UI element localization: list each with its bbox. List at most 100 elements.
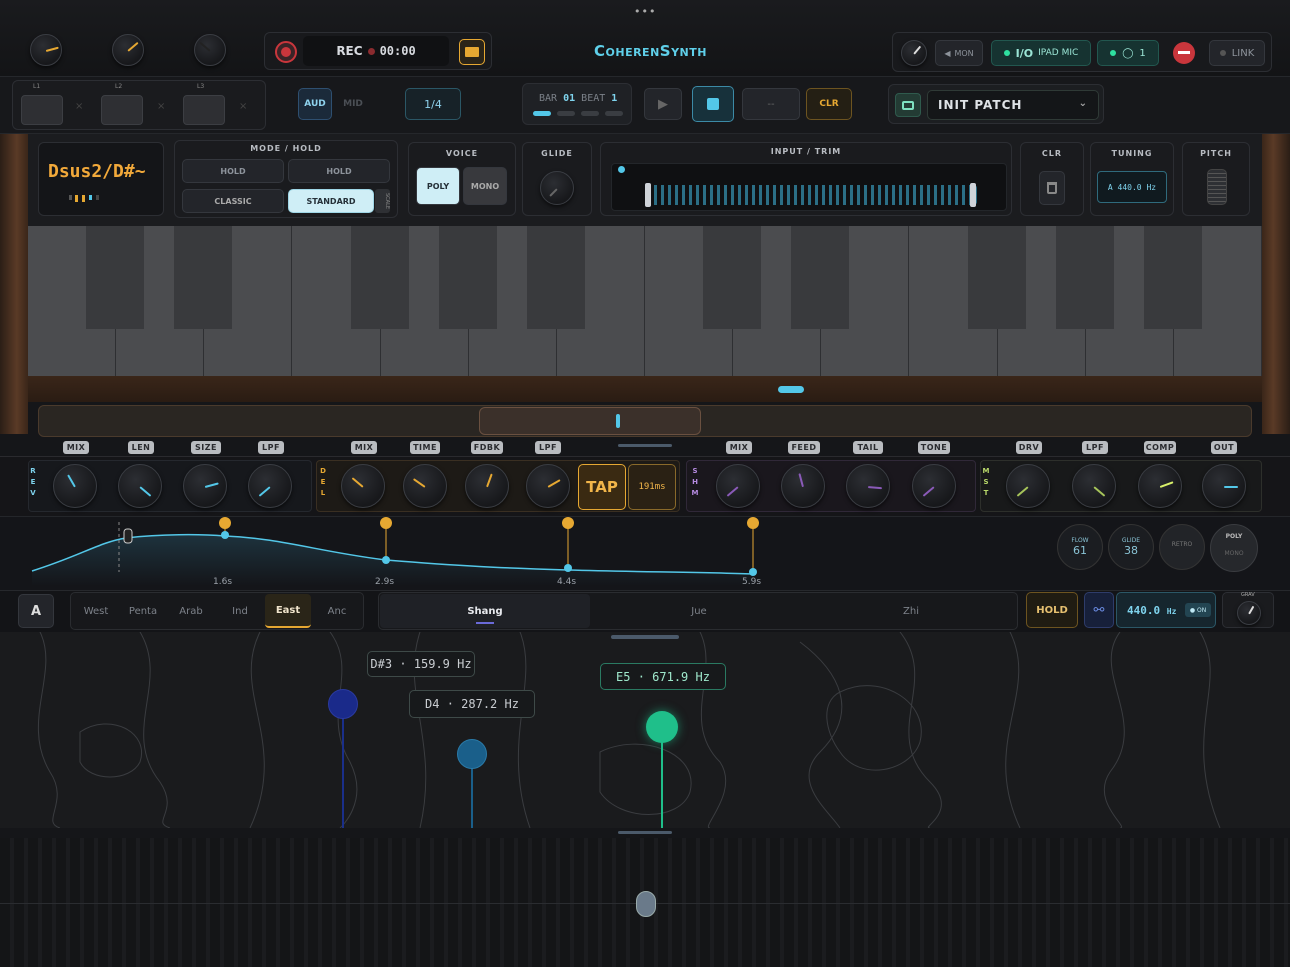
field-drag-handle-bottom[interactable] (618, 831, 672, 834)
scale-toggle[interactable]: SCALE (375, 189, 390, 213)
trash-button[interactable] (1039, 171, 1065, 205)
tab-jue[interactable]: Jue (594, 594, 804, 628)
note-2-orb[interactable] (457, 739, 487, 769)
loop-1-pad[interactable] (21, 95, 63, 125)
standard-button[interactable]: STANDARD (288, 189, 374, 213)
shm-mix-knob[interactable] (716, 464, 760, 508)
envelope-attack-handle[interactable] (123, 528, 133, 544)
aud-toggle[interactable]: AUD (298, 88, 332, 120)
tab-west[interactable]: West (74, 594, 118, 628)
shm-tone-knob[interactable] (912, 464, 956, 508)
black-key[interactable] (438, 226, 497, 329)
monitor-knob[interactable] (901, 40, 927, 66)
patch-select[interactable]: INIT PATCH ⌄ (927, 90, 1099, 120)
classic-button[interactable]: CLASSIC (182, 189, 284, 213)
tap-button[interactable]: TAP (578, 464, 626, 510)
glide-mini-knob[interactable]: GLIDE 38 (1108, 524, 1154, 570)
tab-zhi[interactable]: Zhi (808, 594, 1014, 628)
black-key[interactable] (350, 226, 409, 329)
tab-east[interactable]: East (265, 594, 311, 628)
tab-ind[interactable]: Ind (217, 594, 263, 628)
del-lpf-knob[interactable] (526, 464, 570, 508)
black-key[interactable] (1055, 226, 1114, 329)
snapshot-button[interactable] (895, 93, 921, 117)
scale-hold-button[interactable]: HOLD (1026, 592, 1078, 628)
reference-frequency-display[interactable]: 440.0 Hz ● ON (1116, 592, 1216, 628)
del-mix-knob[interactable] (341, 464, 385, 508)
delay-time-display[interactable]: 191ms (628, 464, 676, 510)
black-key[interactable] (1143, 226, 1202, 329)
loop-1-close-icon[interactable]: × (75, 101, 83, 112)
envelope-point-handle[interactable] (562, 517, 574, 529)
field-drag-handle-top[interactable] (611, 635, 679, 639)
envelope-node[interactable] (221, 531, 229, 539)
tab-anc[interactable]: Anc (314, 594, 360, 628)
black-key[interactable] (967, 226, 1026, 329)
loop-3-close-icon[interactable]: × (239, 101, 247, 112)
rev-mix-knob[interactable] (53, 464, 97, 508)
mon-button[interactable]: ◀ MON (935, 40, 983, 66)
del-fdbk-knob[interactable] (465, 464, 509, 508)
pitch-wheel[interactable] (1207, 169, 1227, 205)
black-key[interactable] (174, 226, 233, 329)
poly-button[interactable]: POLY (416, 167, 460, 205)
hold-button-1[interactable]: HOLD (182, 159, 284, 183)
loop-2-pad[interactable] (101, 95, 143, 125)
panic-button[interactable] (1173, 42, 1195, 64)
tab-shang[interactable]: Shang (380, 594, 590, 628)
envelope-point-handle[interactable] (747, 517, 759, 529)
tab-arab[interactable]: Arab (168, 594, 214, 628)
envelope-point-handle[interactable] (380, 517, 392, 529)
rev-lpf-knob[interactable] (248, 464, 292, 508)
trim-handle-left[interactable] (645, 183, 651, 207)
link-button[interactable]: LINK (1209, 40, 1265, 66)
midi-device-button[interactable]: ◯ 1 (1097, 40, 1159, 66)
note-3-orb[interactable] (646, 711, 678, 743)
flow-knob[interactable]: FLOW 61 (1057, 524, 1103, 570)
link-pitch-button[interactable]: ⚯ (1084, 592, 1114, 628)
stop-button[interactable] (692, 86, 734, 122)
master-knob-3[interactable] (194, 34, 226, 66)
rev-len-knob[interactable] (118, 464, 162, 508)
layout-a-button[interactable]: A (18, 594, 54, 628)
tuning-value[interactable]: A 440.0 Hz (1097, 171, 1167, 203)
mst-out-knob[interactable] (1202, 464, 1246, 508)
bottom-scroll-thumb[interactable] (636, 891, 656, 917)
black-key[interactable] (791, 226, 850, 329)
gravity-knob[interactable] (1237, 601, 1261, 625)
io-button[interactable]: I/O IPAD MIC (991, 40, 1091, 66)
mst-lpf-knob[interactable] (1072, 464, 1116, 508)
record-button[interactable] (275, 41, 297, 63)
envelope-node[interactable] (749, 568, 757, 576)
clear-loop-button[interactable]: CLR (806, 88, 852, 120)
black-key[interactable] (86, 226, 145, 329)
rev-size-knob[interactable] (183, 464, 227, 508)
loop-2-close-icon[interactable]: × (157, 101, 165, 112)
quantize-button[interactable]: 1/4 (405, 88, 461, 120)
master-knob-1[interactable] (30, 34, 62, 66)
folder-button[interactable] (459, 39, 485, 65)
retro-toggle[interactable]: RETRO (1159, 524, 1205, 570)
drag-handle[interactable] (618, 444, 672, 447)
play-button[interactable]: ▶ (644, 88, 682, 120)
loop-3-pad[interactable] (183, 95, 225, 125)
mst-comp-knob[interactable] (1138, 464, 1182, 508)
glide-knob[interactable] (540, 171, 574, 205)
mid-toggle[interactable]: MID (334, 88, 372, 120)
del-time-knob[interactable] (403, 464, 447, 508)
shm-feed-knob[interactable] (781, 464, 825, 508)
trim-handle-right[interactable] (970, 183, 976, 207)
envelope-point-handle[interactable] (219, 517, 231, 529)
frequency-on-toggle[interactable]: ● ON (1185, 603, 1211, 617)
range-slider-window[interactable] (479, 407, 701, 435)
black-key[interactable] (526, 226, 585, 329)
mst-drv-knob[interactable] (1006, 464, 1050, 508)
poly-mono-toggle[interactable]: POLY MONO (1210, 524, 1258, 572)
shm-tail-knob[interactable] (846, 464, 890, 508)
master-knob-2[interactable] (112, 34, 144, 66)
tempo-button[interactable]: -- (742, 88, 800, 120)
mono-button[interactable]: MONO (463, 167, 507, 205)
envelope-node[interactable] (382, 556, 390, 564)
window-dots[interactable]: ••• (634, 5, 656, 18)
envelope-node[interactable] (564, 564, 572, 572)
